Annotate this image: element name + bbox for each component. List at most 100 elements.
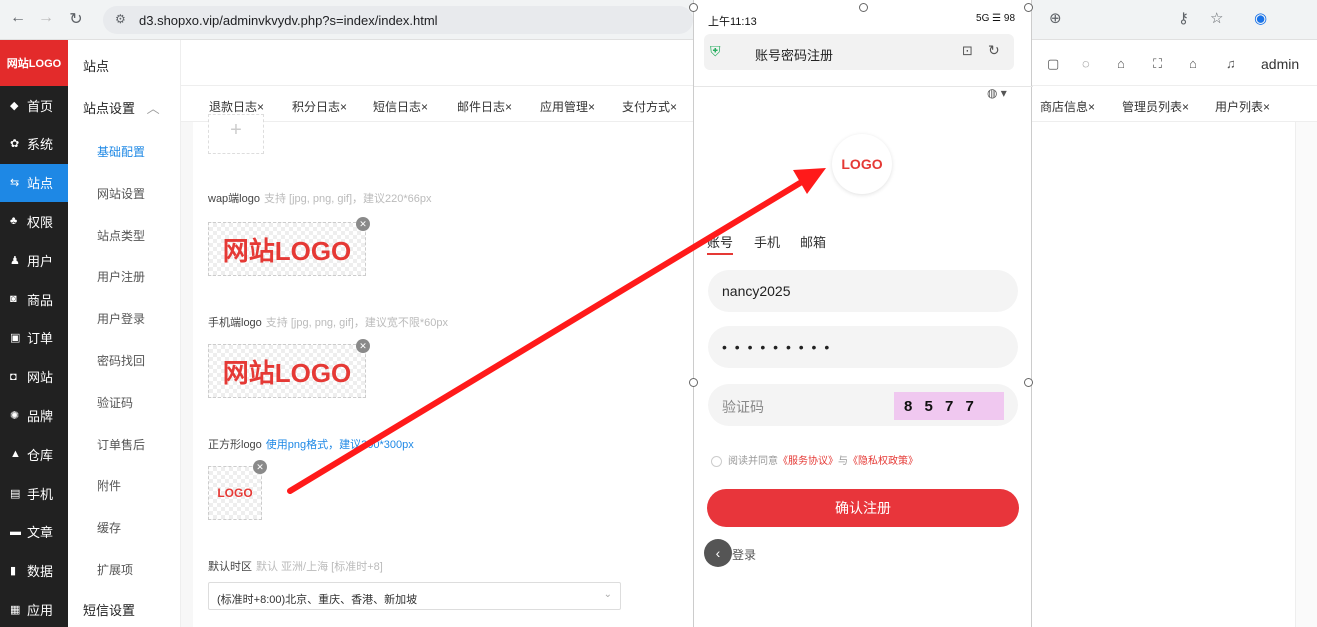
tab-item[interactable]: 商店信息× <box>1040 98 1095 115</box>
wap-logo-label: wap端logo 支持 [jpg, png, gif]，建议220*66px <box>208 193 432 205</box>
resize-handle-top[interactable] <box>859 3 868 12</box>
address-bar[interactable]: ⚙ d3.shopxo.vip/adminvkvydv.php?s=index/… <box>103 6 693 34</box>
store-icon[interactable]: ⌂ <box>1117 56 1125 71</box>
new-tab-icon[interactable]: ⊕ <box>1049 9 1062 27</box>
sidebar-item-3[interactable]: ♣ 权限 <box>0 202 68 240</box>
sidebar-item-7[interactable]: ◘ 网站 <box>0 358 68 396</box>
reload-icon[interactable]: ↻ <box>66 9 86 29</box>
tab-phone[interactable]: 手机 <box>754 232 780 251</box>
bookmark-star-icon[interactable]: ☆ <box>1210 9 1223 27</box>
profile-icon[interactable]: ◉ <box>1254 9 1267 27</box>
sidebar-item-4[interactable]: ♟ 用户 <box>0 241 68 279</box>
captcha-image[interactable]: 8 5 7 7 <box>894 392 1004 420</box>
admin-user-label[interactable]: admin <box>1261 56 1299 72</box>
submenu-item[interactable]: 用户登录 <box>97 310 145 327</box>
mobile-logo-preview[interactable]: 网站LOGO <box>208 344 366 398</box>
sidebar-item-12[interactable]: ▮ 数据 <box>0 552 68 590</box>
confirm-register-button[interactable]: 确认注册 <box>707 489 1019 527</box>
wap-logo-preview[interactable]: 网站LOGO <box>208 222 366 276</box>
resize-handle-left[interactable] <box>689 378 698 387</box>
sidebar-item-label: 用户 <box>27 253 54 269</box>
sidebar-item-label: 商品 <box>27 292 54 308</box>
sidebar-item-6[interactable]: ▣ 订单 <box>0 319 68 357</box>
bell-icon[interactable]: ♫ <box>1226 56 1236 71</box>
globe-icon[interactable]: ◍ ▾ <box>987 86 1007 100</box>
sidebar-item-label: 品牌 <box>27 408 54 424</box>
sliders-icon: ⇆ <box>10 177 20 190</box>
submenu-item[interactable]: 订单售后 <box>97 436 145 453</box>
back-circle-icon[interactable]: ‹ <box>704 539 732 567</box>
sidebar-item-9[interactable]: ▲ 仓库 <box>0 435 68 473</box>
plus-icon: + <box>230 119 242 141</box>
square-logo-preview[interactable]: LOGO <box>208 466 262 520</box>
page-scrollbar[interactable] <box>1295 122 1317 627</box>
password-input[interactable]: • • • • • • • • • <box>708 326 1018 368</box>
terms-link[interactable]: 《服务协议》 <box>778 456 838 467</box>
submenu-item[interactable]: 站点类型 <box>97 227 145 244</box>
upload-placeholder[interactable]: + <box>208 114 264 154</box>
sidebar-item-13[interactable]: ▦ 应用 <box>0 590 68 627</box>
user-icon: ♟ <box>10 254 20 267</box>
submenu-item[interactable]: 密码找回 <box>97 352 145 369</box>
tab-item[interactable]: 邮件日志× <box>457 98 512 115</box>
tab-item[interactable]: 应用管理× <box>540 98 595 115</box>
sidebar-item-10[interactable]: ▤ 手机 <box>0 474 68 512</box>
forward-icon[interactable]: → <box>36 9 56 27</box>
tab-email[interactable]: 邮箱 <box>800 232 826 251</box>
sidebar-item-label: 权限 <box>27 214 54 230</box>
sidebar-item-11[interactable]: ▬ 文章 <box>0 513 68 551</box>
remove-square-logo-icon[interactable]: ✕ <box>253 460 267 474</box>
tab-item[interactable]: 支付方式× <box>622 98 677 115</box>
home-icon[interactable]: ⌂ <box>1189 56 1197 71</box>
tab-item[interactable]: 退款日志× <box>209 98 264 115</box>
sidebar-item-label: 应用 <box>27 602 54 618</box>
resize-handle-right[interactable] <box>1024 378 1033 387</box>
tab-item[interactable]: 短信日志× <box>373 98 428 115</box>
layout-icon[interactable]: ▢ <box>1047 56 1059 72</box>
tab-account[interactable]: 账号 <box>707 232 734 255</box>
sub-navigation: 站点 站点设置 ︿ 短信设置 <box>68 40 181 627</box>
tab-item[interactable]: 用户列表× <box>1215 98 1270 115</box>
sidebar-logo: 网站LOGO <box>0 40 68 86</box>
timezone-select[interactable]: (标准时+8:00)北京、重庆、香港、新加坡 ⌄ <box>208 582 621 610</box>
sidebar-item-label: 手机 <box>27 486 54 502</box>
submenu-item[interactable]: 附件 <box>97 477 121 494</box>
sidebar-item-1[interactable]: ✿ 系统 <box>0 125 68 163</box>
sidebar-item-2[interactable]: ⇆ 站点 <box>0 163 68 202</box>
sidebar-item-5[interactable]: ◙ 商品 <box>0 280 68 318</box>
remove-wap-logo-icon[interactable]: ✕ <box>356 217 370 231</box>
resize-handle-top-right[interactable] <box>1024 3 1033 12</box>
privacy-link[interactable]: 《隐私权政策》 <box>848 456 918 467</box>
user-key-icon: ♣ <box>10 215 18 228</box>
login-link[interactable]: 登录 <box>732 546 756 563</box>
back-icon[interactable]: ← <box>8 9 28 27</box>
agree-checkbox[interactable] <box>711 455 722 467</box>
submenu-item[interactable]: 验证码 <box>97 394 133 411</box>
tab-item[interactable]: 管理员列表× <box>1122 98 1189 115</box>
submenu-group-sms[interactable]: 短信设置 <box>83 600 135 619</box>
refresh-icon[interactable]: ↻ <box>988 42 1000 59</box>
captcha-input[interactable]: 验证码 8 5 7 7 <box>708 384 1018 426</box>
submenu-item[interactable]: 用户注册 <box>97 268 145 285</box>
sidebar-item-8[interactable]: ✺ 品牌 <box>0 396 68 434</box>
theme-icon[interactable]: ◌ <box>1082 56 1090 71</box>
sidebar-item-label: 网站 <box>27 370 54 386</box>
tab-item[interactable]: 积分日志× <box>292 98 347 115</box>
remove-mobile-logo-icon[interactable]: ✕ <box>356 339 370 353</box>
username-input[interactable]: nancy2025 <box>708 270 1018 312</box>
submenu-item[interactable]: 基础配置 <box>97 143 145 160</box>
submenu-group-site-settings[interactable]: 站点设置 ︿ <box>83 98 160 117</box>
bookmark-icon[interactable]: ⊡ <box>962 43 973 59</box>
mobile-logo-label: 手机端logo 支持 [jpg, png, gif]，建议宽不限*60px <box>208 317 448 329</box>
site-settings-icon[interactable]: ⚙ <box>115 12 126 26</box>
submenu-item[interactable]: 网站设置 <box>97 185 145 202</box>
resize-handle-top-left[interactable] <box>689 3 698 12</box>
fullscreen-icon[interactable]: ⛶ <box>1153 56 1162 72</box>
warehouse-icon: ▲ <box>10 448 21 461</box>
submenu-item[interactable]: 缓存 <box>97 519 121 536</box>
submenu-item[interactable]: 扩展项 <box>97 561 133 578</box>
sidebar-item-label: 站点 <box>27 176 54 192</box>
sidebar-item-label: 文章 <box>27 525 54 541</box>
sidebar-item-0[interactable]: ◆ 首页 <box>0 86 68 124</box>
password-key-icon[interactable]: ⚷ <box>1178 9 1189 27</box>
